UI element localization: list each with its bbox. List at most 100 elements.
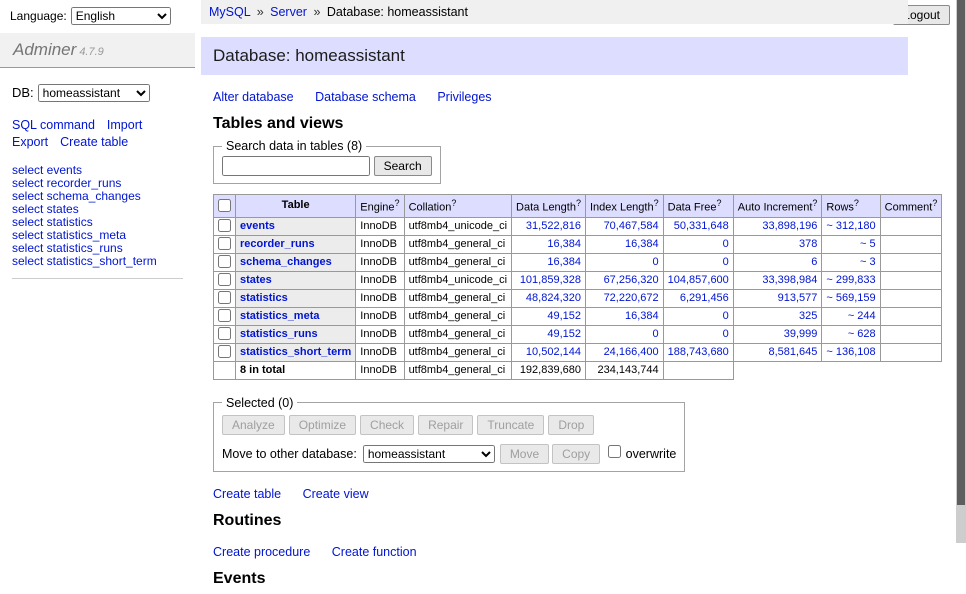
move-button[interactable]: Move [500, 444, 549, 464]
data-length-link[interactable]: 49,152 [547, 328, 581, 340]
selected-fieldset: Selected (0) AnalyzeOptimizeCheckRepairT… [213, 396, 685, 472]
data-length-link[interactable]: 101,859,328 [520, 274, 581, 286]
search-button[interactable]: Search [374, 156, 432, 176]
data-free-link[interactable]: 104,857,600 [668, 274, 729, 286]
auto-increment-link[interactable]: 33,398,984 [762, 274, 817, 286]
index-length-link[interactable]: 0 [653, 328, 659, 340]
sidebar-table-link[interactable]: select statistics_short_term [12, 255, 183, 268]
auto-increment-link[interactable]: 8,581,645 [768, 346, 817, 358]
export-link[interactable]: Export [12, 135, 48, 149]
row-checkbox[interactable] [218, 219, 231, 232]
engine-cell: InnoDB [356, 271, 404, 289]
data-length-link[interactable]: 31,522,816 [526, 220, 581, 232]
sql-command-link[interactable]: SQL command [12, 118, 95, 132]
table-body: eventsInnoDButf8mb4_unicode_ci31,522,816… [214, 217, 942, 379]
alter-database-link[interactable]: Alter database [213, 90, 294, 104]
create-procedure-link[interactable]: Create procedure [213, 545, 310, 559]
index-length-link[interactable]: 0 [653, 256, 659, 268]
select-all-checkbox[interactable] [218, 199, 231, 212]
row-checkbox[interactable] [218, 291, 231, 304]
auto-increment-link[interactable]: 39,999 [784, 328, 818, 340]
index-length-link[interactable]: 67,256,320 [604, 274, 659, 286]
truncate-button[interactable]: Truncate [477, 415, 544, 435]
scrollbar[interactable] [956, 0, 966, 543]
column-header: Data Length? [512, 195, 586, 218]
table-name-link[interactable]: states [240, 274, 272, 286]
create-function-link[interactable]: Create function [332, 545, 417, 559]
index-length-link[interactable]: 24,166,400 [604, 346, 659, 358]
db-select[interactable]: homeassistant [38, 84, 150, 102]
data-length-link[interactable]: 48,824,320 [526, 292, 581, 304]
comment-cell [880, 217, 942, 235]
check-button[interactable]: Check [360, 415, 414, 435]
auto-increment-link[interactable]: 325 [799, 310, 817, 322]
auto-increment-link[interactable]: 6 [811, 256, 817, 268]
row-checkbox[interactable] [218, 255, 231, 268]
search-input[interactable] [222, 156, 370, 176]
breadcrumb-mysql-link[interactable]: MySQL [209, 5, 250, 19]
data-free-link[interactable]: 0 [723, 256, 729, 268]
search-fieldset: Search data in tables (8) Search [213, 139, 441, 184]
table-name-link[interactable]: events [240, 220, 275, 232]
table-name-link[interactable]: statistics_runs [240, 328, 318, 340]
row-checkbox[interactable] [218, 237, 231, 250]
create-table-link[interactable]: Create table [213, 487, 281, 501]
table-name-link[interactable]: statistics_meta [240, 310, 320, 322]
row-checkbox-cell [214, 343, 236, 361]
column-header: Collation? [404, 195, 511, 218]
index-length-link[interactable]: 16,384 [625, 310, 659, 322]
rows-count-link[interactable]: ~ 569,159 [826, 292, 875, 304]
index-length-link[interactable]: 70,467,584 [604, 220, 659, 232]
breadcrumb-server-link[interactable]: Server [270, 5, 307, 19]
auto-increment-link[interactable]: 913,577 [778, 292, 818, 304]
sidebar-table-list: select eventsselect recorder_runsselect … [12, 164, 183, 279]
data-length-link[interactable]: 16,384 [547, 238, 581, 250]
data-length-link[interactable]: 16,384 [547, 256, 581, 268]
rows-count-link[interactable]: ~ 628 [848, 328, 876, 340]
table-name-link[interactable]: recorder_runs [240, 238, 315, 250]
column-header: Table [236, 195, 356, 218]
privileges-link[interactable]: Privileges [437, 90, 491, 104]
auto-increment-link[interactable]: 33,898,196 [762, 220, 817, 232]
scrollbar-thumb[interactable] [957, 0, 965, 505]
language-select[interactable]: English [71, 7, 171, 25]
row-checkbox[interactable] [218, 345, 231, 358]
create-table-sidebar-link[interactable]: Create table [60, 135, 128, 149]
overwrite-checkbox[interactable] [608, 445, 621, 458]
auto-increment-link[interactable]: 378 [799, 238, 817, 250]
row-checkbox[interactable] [218, 327, 231, 340]
rows-count-link[interactable]: ~ 244 [848, 310, 876, 322]
move-db-select[interactable]: homeassistant [363, 445, 495, 463]
table-name-link[interactable]: statistics [240, 292, 288, 304]
column-header: Comment? [880, 195, 942, 218]
optimize-button[interactable]: Optimize [289, 415, 356, 435]
index-length-link[interactable]: 16,384 [625, 238, 659, 250]
row-checkbox-cell [214, 307, 236, 325]
copy-button[interactable]: Copy [552, 444, 600, 464]
rows-count-link[interactable]: ~ 136,108 [826, 346, 875, 358]
row-checkbox[interactable] [218, 309, 231, 322]
data-free-link[interactable]: 6,291,456 [680, 292, 729, 304]
data-free-link[interactable]: 188,743,680 [668, 346, 729, 358]
analyze-button[interactable]: Analyze [222, 415, 285, 435]
index-length-link[interactable]: 72,220,672 [604, 292, 659, 304]
repair-button[interactable]: Repair [418, 415, 473, 435]
data-free-link[interactable]: 0 [723, 328, 729, 340]
create-view-link[interactable]: Create view [303, 487, 369, 501]
data-length-link[interactable]: 49,152 [547, 310, 581, 322]
drop-button[interactable]: Drop [548, 415, 594, 435]
data-free-link[interactable]: 0 [723, 238, 729, 250]
data-length-link[interactable]: 10,502,144 [526, 346, 581, 358]
language-bar: Language:English [10, 7, 171, 25]
table-name-link[interactable]: schema_changes [240, 256, 332, 268]
row-checkbox[interactable] [218, 273, 231, 286]
rows-count-link[interactable]: ~ 5 [860, 238, 876, 250]
rows-count-link[interactable]: ~ 299,833 [826, 274, 875, 286]
rows-count-link[interactable]: ~ 3 [860, 256, 876, 268]
import-link[interactable]: Import [107, 118, 142, 132]
table-name-link[interactable]: statistics_short_term [240, 346, 351, 358]
database-schema-link[interactable]: Database schema [315, 90, 416, 104]
data-free-link[interactable]: 0 [723, 310, 729, 322]
rows-count-link[interactable]: ~ 312,180 [826, 220, 875, 232]
data-free-link[interactable]: 50,331,648 [674, 220, 729, 232]
